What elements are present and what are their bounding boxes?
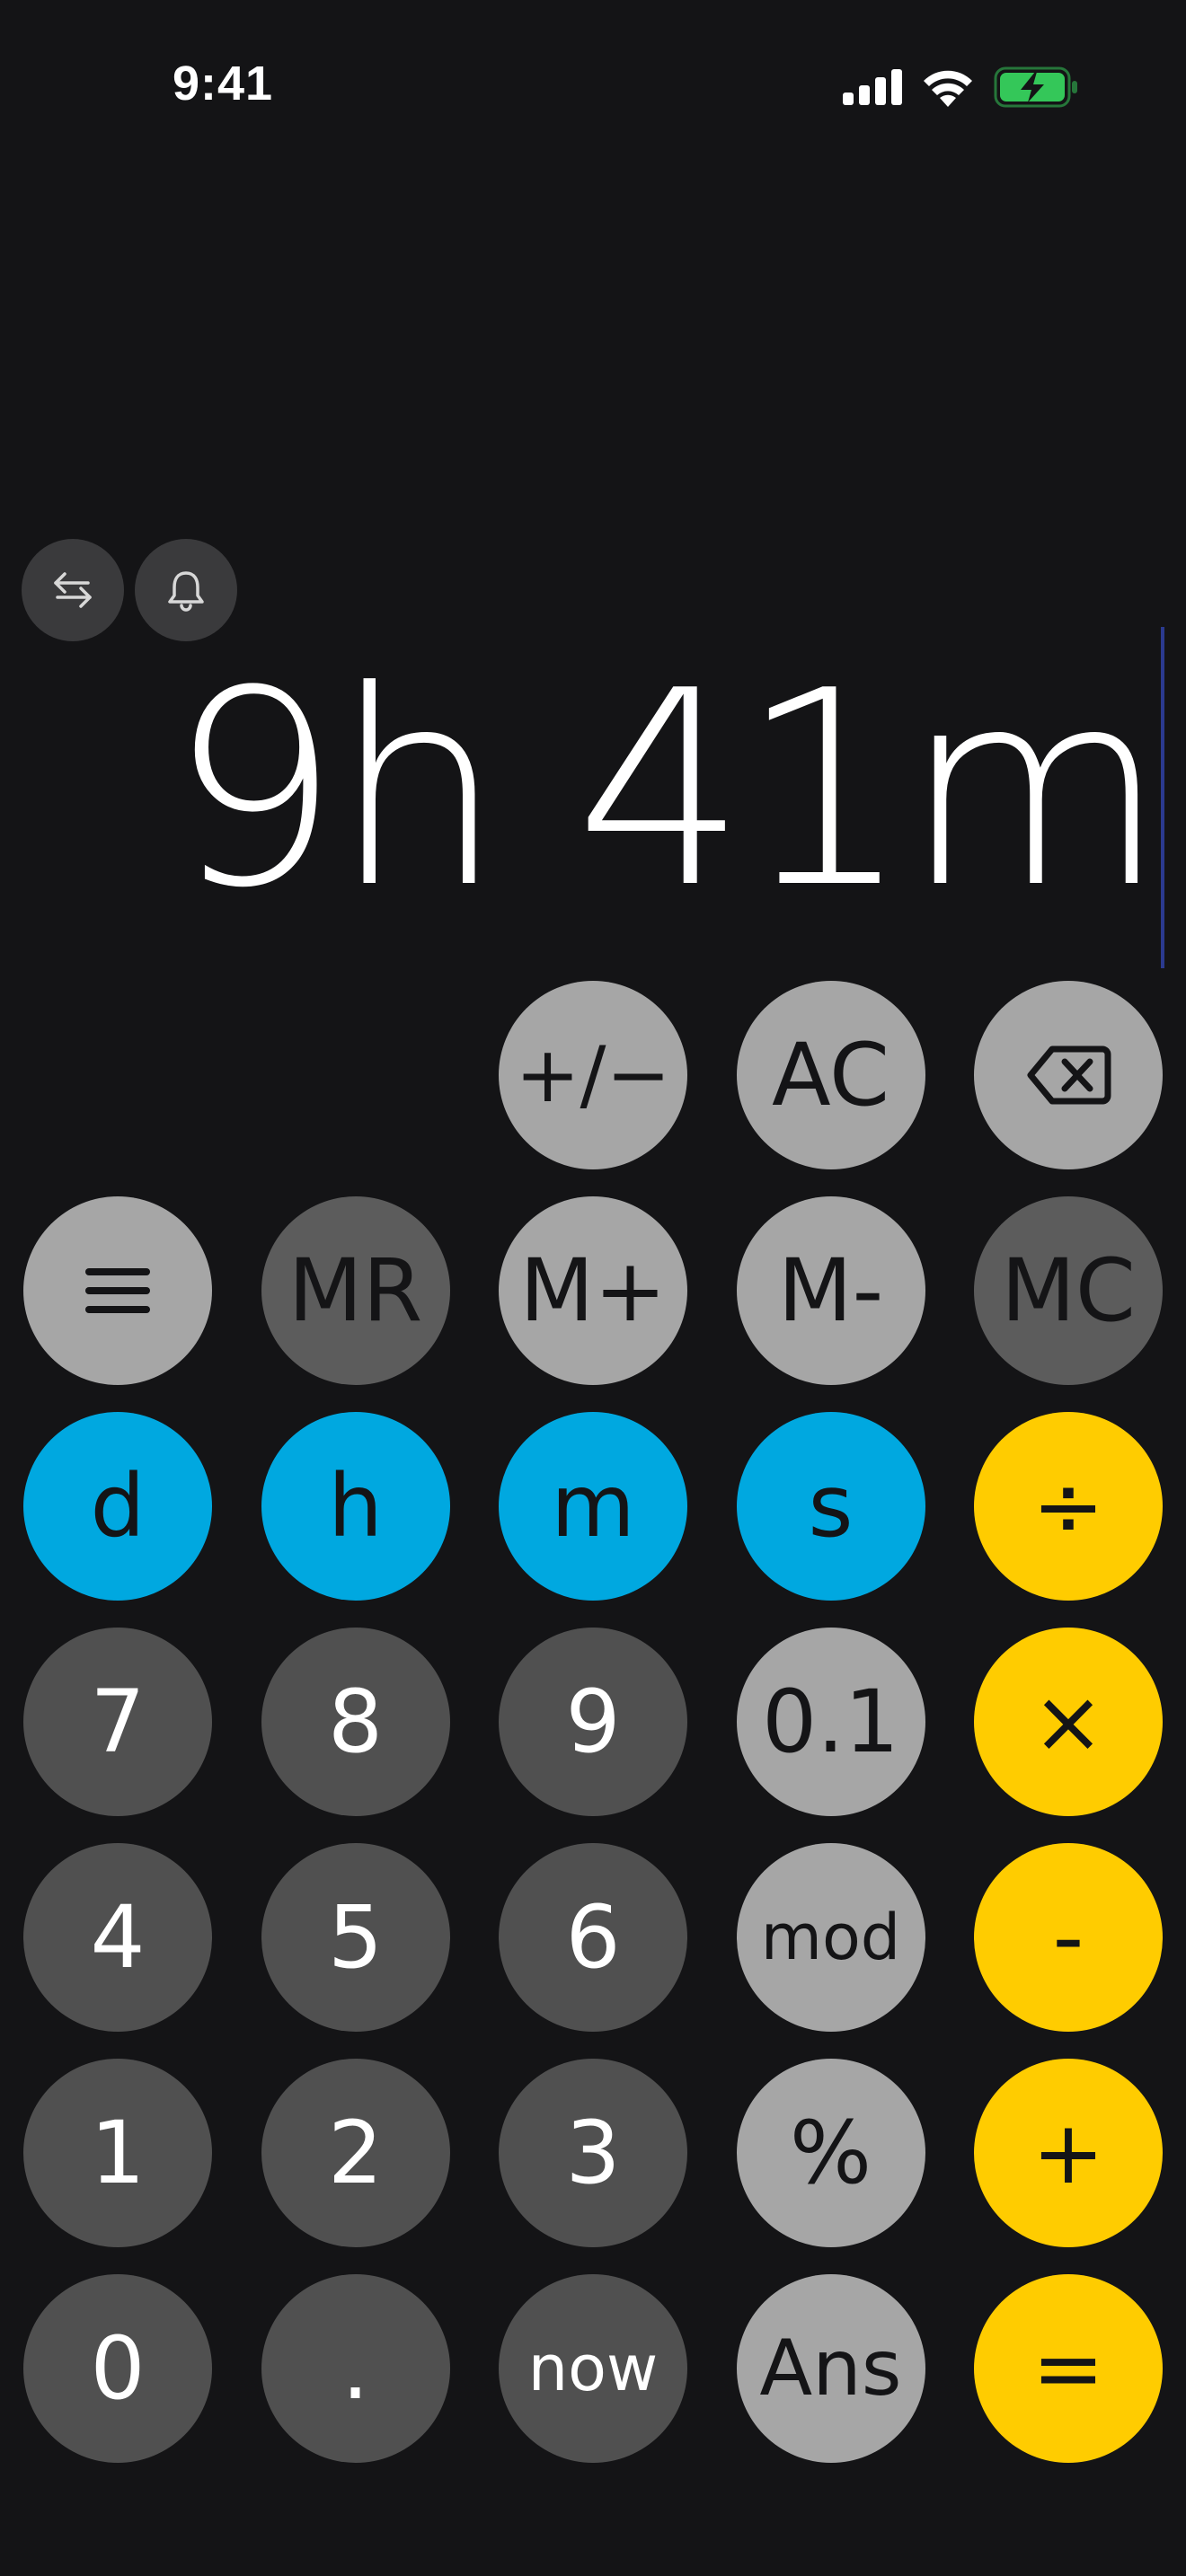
plus-minus-button[interactable]: +/− <box>499 981 687 1169</box>
days-unit-button[interactable]: d <box>23 1412 212 1601</box>
modulo-button[interactable]: mod <box>736 1843 925 2032</box>
reminder-button[interactable] <box>135 539 237 641</box>
keypad-spacer <box>261 981 450 1169</box>
status-time: 9:41 <box>173 57 274 110</box>
digit-1-button[interactable]: 1 <box>23 2059 212 2247</box>
menu-button[interactable] <box>23 1196 212 1385</box>
swap-arrows-icon <box>50 568 95 613</box>
menu-icon <box>84 1265 152 1317</box>
add-button[interactable]: + <box>974 2059 1163 2247</box>
percent-button[interactable]: % <box>736 2059 925 2247</box>
bell-icon <box>164 568 208 613</box>
memory-clear-button[interactable]: MC <box>974 1196 1163 1385</box>
digit-3-button[interactable]: 3 <box>499 2059 687 2247</box>
memory-add-button[interactable]: M+ <box>499 1196 687 1385</box>
digit-0-button[interactable]: 0 <box>23 2274 212 2463</box>
now-button[interactable]: now <box>499 2274 687 2463</box>
decimal-point-button[interactable]: . <box>261 2274 450 2463</box>
equals-button[interactable]: = <box>974 2274 1163 2463</box>
backspace-icon <box>1025 1044 1111 1107</box>
digit-6-button[interactable]: 6 <box>499 1843 687 2032</box>
digit-4-button[interactable]: 4 <box>23 1843 212 2032</box>
digit-5-button[interactable]: 5 <box>261 1843 450 2032</box>
backspace-button[interactable] <box>974 981 1163 1169</box>
wifi-icon <box>922 67 974 107</box>
battery-charging-icon <box>994 66 1078 108</box>
digit-2-button[interactable]: 2 <box>261 2059 450 2247</box>
seconds-unit-button[interactable]: s <box>736 1412 925 1601</box>
text-cursor <box>1161 627 1164 968</box>
minutes-unit-button[interactable]: m <box>499 1412 687 1601</box>
answer-button[interactable]: Ans <box>736 2274 925 2463</box>
all-clear-button[interactable]: AC <box>736 981 925 1169</box>
digit-9-button[interactable]: 9 <box>499 1628 687 1816</box>
memory-recall-button[interactable]: MR <box>261 1196 450 1385</box>
cellular-signal-icon <box>843 69 902 105</box>
hours-unit-button[interactable]: h <box>261 1412 450 1601</box>
divide-button[interactable]: ÷ <box>974 1412 1163 1601</box>
keypad: +/− AC MR M+ M- MC d h m s ÷ 7 8 9 0.1 × <box>23 981 1163 2463</box>
memory-subtract-button[interactable]: M- <box>736 1196 925 1385</box>
digit-7-button[interactable]: 7 <box>23 1628 212 1816</box>
subtract-button[interactable]: - <box>974 1843 1163 2032</box>
status-icons <box>843 63 1078 111</box>
digit-8-button[interactable]: 8 <box>261 1628 450 1816</box>
tenth-button[interactable]: 0.1 <box>736 1628 925 1816</box>
keypad-spacer <box>23 981 212 1169</box>
multiply-button[interactable]: × <box>974 1628 1163 1816</box>
swap-button[interactable] <box>22 539 124 641</box>
display-value: 9h 41m <box>168 633 1166 947</box>
